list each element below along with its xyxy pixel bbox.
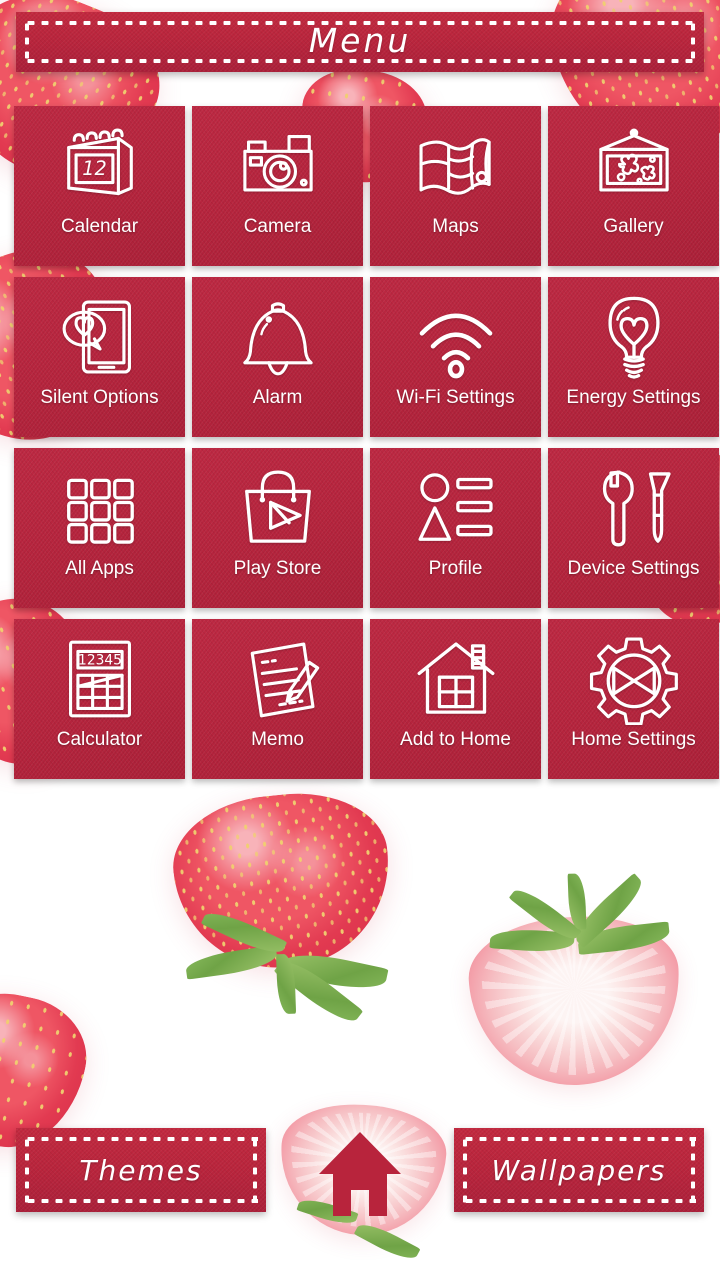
app-tile-alarm[interactable]: Alarm	[192, 277, 363, 437]
wifi-icon	[410, 291, 502, 383]
calculator-icon: 12345	[54, 633, 146, 725]
app-tile-all-apps[interactable]: All Apps	[14, 448, 185, 608]
app-label-memo: Memo	[251, 729, 304, 750]
gear-bowtie-icon	[588, 633, 680, 725]
calendar-icon: 12	[54, 120, 146, 212]
app-tile-wifi-settings[interactable]: Wi-Fi Settings	[370, 277, 541, 437]
app-label-wifi-settings: Wi-Fi Settings	[396, 387, 515, 408]
page-title: Menu	[308, 21, 412, 60]
wrench-screwdriver-icon	[588, 462, 680, 554]
wallpapers-button-label: Wallpapers	[491, 1153, 667, 1187]
home-icon	[319, 1132, 401, 1216]
camera-icon	[232, 120, 324, 212]
themes-button-label: Themes	[79, 1153, 203, 1187]
calculator-display-value: 12345	[78, 652, 122, 668]
app-label-all-apps: All Apps	[65, 558, 134, 579]
app-tile-calendar[interactable]: 12 Calendar	[14, 106, 185, 266]
app-tile-maps[interactable]: Maps	[370, 106, 541, 266]
app-tile-device-settings[interactable]: Device Settings	[548, 448, 719, 608]
note-pencil-icon	[232, 633, 324, 725]
app-label-profile: Profile	[428, 558, 483, 579]
app-tile-energy-settings[interactable]: Energy Settings	[548, 277, 719, 437]
bell-icon	[232, 291, 324, 383]
app-label-energy-settings: Energy Settings	[566, 387, 701, 408]
picture-frame-icon	[588, 120, 680, 212]
app-label-maps: Maps	[432, 216, 479, 237]
app-grid-icon	[54, 462, 146, 554]
home-button[interactable]	[315, 1128, 405, 1220]
app-label-home-settings: Home Settings	[571, 729, 696, 750]
shopping-bag-play-icon	[232, 462, 324, 554]
app-tile-home-settings[interactable]: Home Settings	[548, 619, 719, 779]
wallpapers-button[interactable]: Wallpapers	[454, 1128, 704, 1212]
calendar-day-number: 12	[82, 157, 107, 180]
person-list-icon	[410, 462, 502, 554]
app-label-calculator: Calculator	[56, 729, 143, 750]
app-tile-memo[interactable]: Memo	[192, 619, 363, 779]
strawberry-halved	[465, 872, 695, 1095]
app-tile-play-store[interactable]: Play Store	[192, 448, 363, 608]
app-label-add-to-home: Add to Home	[400, 729, 511, 750]
app-tile-profile[interactable]: Profile	[370, 448, 541, 608]
app-label-camera: Camera	[243, 216, 312, 237]
app-label-calendar: Calendar	[60, 216, 139, 237]
app-label-device-settings: Device Settings	[567, 558, 700, 579]
app-label-gallery: Gallery	[603, 216, 664, 237]
themes-button[interactable]: Themes	[16, 1128, 266, 1212]
app-tile-add-to-home[interactable]: Add to Home	[370, 619, 541, 779]
app-tile-camera[interactable]: Camera	[192, 106, 363, 266]
app-tile-silent-options[interactable]: Silent Options	[14, 277, 185, 437]
app-icon-grid: 12 Calendar Camera Maps Gallery Silent O…	[14, 106, 719, 779]
lightbulb-heart-icon	[588, 291, 680, 383]
app-tile-gallery[interactable]: Gallery	[548, 106, 719, 266]
strawberry-main-whole	[165, 784, 400, 1030]
app-label-play-store: Play Store	[233, 558, 322, 579]
app-label-alarm: Alarm	[252, 387, 303, 408]
app-tile-calculator[interactable]: 12345 Calculator	[14, 619, 185, 779]
header-banner: Menu	[16, 12, 704, 72]
phone-heart-bubble-icon	[54, 291, 146, 383]
house-icon	[410, 633, 502, 725]
map-icon	[410, 120, 502, 212]
app-label-silent-options: Silent Options	[40, 387, 159, 408]
